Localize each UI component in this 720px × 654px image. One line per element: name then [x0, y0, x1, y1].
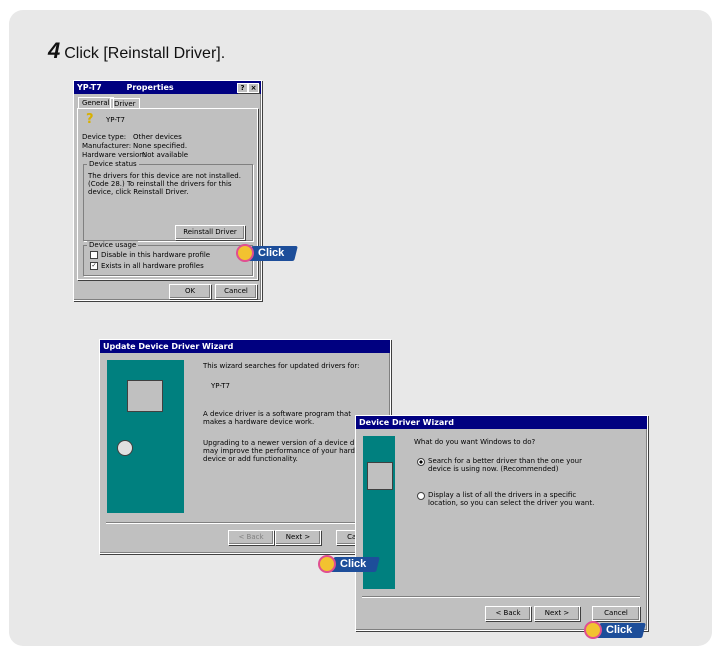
close-button[interactable]: ×	[248, 83, 259, 93]
wizard2-titlebar: Device Driver Wizard	[356, 416, 647, 429]
wizard1-illustration	[107, 360, 184, 513]
wizard2-back-button[interactable]: < Back	[485, 606, 531, 621]
computer-icon-2	[367, 462, 393, 490]
step-text: Click [Reinstall Driver].	[64, 45, 226, 62]
wizard1-desc2: Upgrading to a newer version of a device…	[203, 439, 373, 463]
search-better-driver-label: Search for a better driver than the one …	[428, 457, 582, 473]
click-label: Click	[606, 624, 633, 636]
step-number: 4	[48, 38, 61, 63]
display-driver-list-radio[interactable]	[417, 492, 425, 500]
wizard1-next-button[interactable]: Next >	[275, 530, 321, 545]
click-label: Click	[258, 247, 285, 259]
hardware-version-value: Not available	[142, 151, 189, 159]
device-type-value: Other devices	[133, 133, 182, 141]
pointer-cursor-icon	[584, 621, 602, 639]
click-badge-next-1: Click	[318, 555, 380, 573]
unknown-device-icon: ?	[86, 112, 94, 127]
wizard2-question: What do you want Windows to do?	[414, 438, 536, 446]
properties-dialog: YP-T7 Properties ? × General Driver ? YP…	[73, 80, 262, 301]
properties-titlebar: YP-T7 Properties ? ×	[74, 81, 261, 94]
properties-title-device: YP-T7	[77, 83, 102, 92]
ok-button[interactable]: OK	[169, 284, 211, 299]
wizard1-separator	[106, 522, 382, 524]
wizard2-separator	[362, 596, 640, 598]
properties-title-text: Properties	[126, 83, 174, 92]
click-badge-next-2: Click	[584, 621, 646, 639]
reinstall-driver-button[interactable]: Reinstall Driver	[175, 225, 245, 240]
display-driver-list-label: Display a list of all the drivers in a s…	[428, 491, 595, 507]
exists-profiles-checkbox[interactable]: ✓	[90, 262, 98, 270]
hardware-version-label: Hardware version:	[82, 151, 147, 159]
step-instruction: 4 Click [Reinstall Driver].	[48, 38, 225, 64]
manufacturer-label: Manufacturer:	[82, 142, 132, 150]
wizard1-back-button[interactable]: < Back	[228, 530, 274, 545]
click-badge-reinstall: Click	[236, 244, 298, 262]
wizard1-intro: This wizard searches for updated drivers…	[203, 362, 360, 370]
update-driver-wizard: Update Device Driver Wizard This wizard …	[99, 339, 391, 554]
wizard1-device: YP-T7	[211, 382, 230, 390]
device-status-title: Device status	[87, 160, 139, 168]
wizard2-cancel-button[interactable]: Cancel	[592, 606, 640, 621]
wizard1-titlebar: Update Device Driver Wizard	[100, 340, 390, 353]
properties-cancel-button[interactable]: Cancel	[215, 284, 257, 299]
disable-profile-checkbox[interactable]	[90, 251, 98, 259]
pointer-cursor-icon	[236, 244, 254, 262]
device-type-label: Device type:	[82, 133, 127, 141]
device-driver-wizard: Device Driver Wizard What do you want Wi…	[355, 415, 648, 631]
cd-icon	[117, 440, 133, 456]
click-label: Click	[340, 558, 367, 570]
tab-general[interactable]: General	[78, 97, 114, 108]
wizard2-next-button[interactable]: Next >	[534, 606, 580, 621]
search-better-driver-radio[interactable]	[417, 458, 425, 466]
pointer-cursor-icon	[318, 555, 336, 573]
manufacturer-value: None specified.	[133, 142, 188, 150]
device-usage-group	[83, 245, 253, 276]
computer-icon	[127, 380, 163, 412]
wizard1-desc1: A device driver is a software program th…	[203, 410, 351, 426]
device-usage-title: Device usage	[87, 241, 139, 249]
disable-profile-label: Disable in this hardware profile	[101, 251, 211, 259]
device-name: YP-T7	[106, 116, 125, 124]
exists-profiles-label: Exists in all hardware profiles	[101, 262, 204, 270]
device-status-text: The drivers for this device are not inst…	[88, 172, 241, 196]
help-button[interactable]: ?	[237, 83, 248, 93]
